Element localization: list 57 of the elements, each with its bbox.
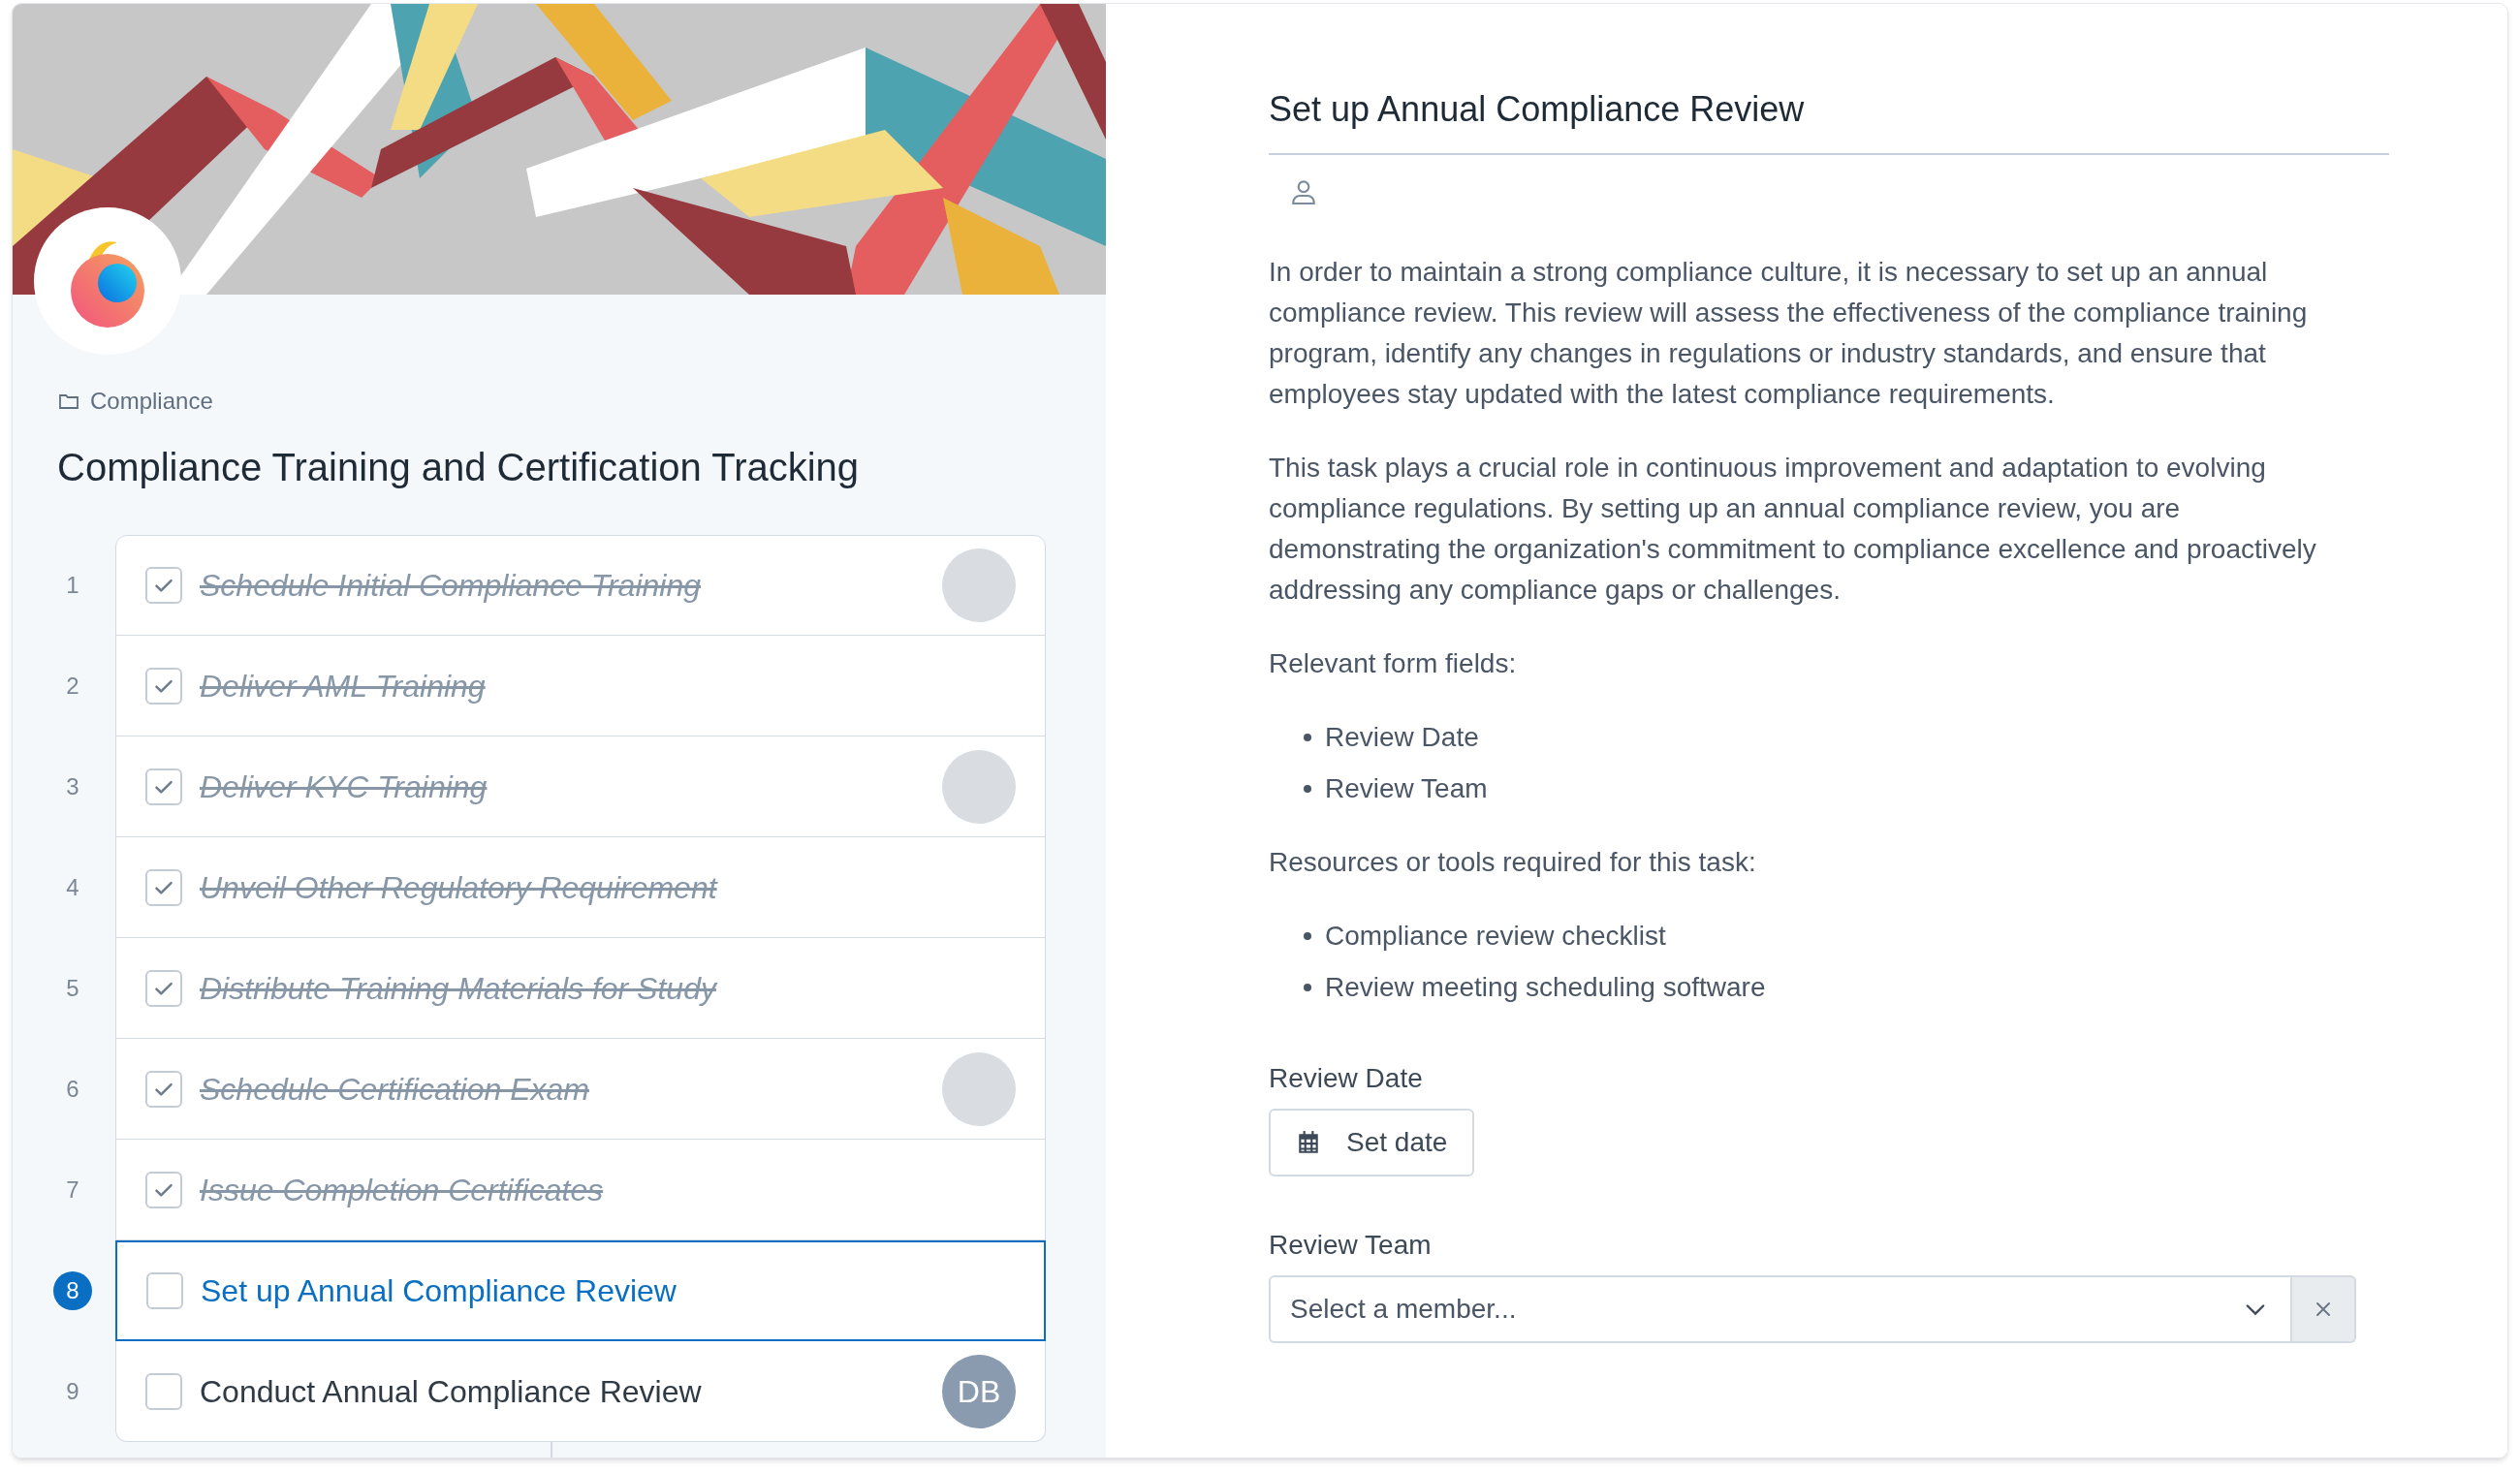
list-item: Review meeting scheduling software [1325,971,1766,1004]
description-paragraph: In order to maintain a strong compliance culture, it is necessary to set up an annual compliance review. This review will assess the effectiveness of the compliance training program, identify any changes in regulations or industry standards, and ensure that employees stay updated with the latest compliance requirements. [1269,256,2309,411]
task-title: Schedule Initial Compliance Training [200,567,702,605]
checklist-title: Compliance Training and Certification Tracking [57,445,861,490]
calendar-icon [1296,1130,1321,1155]
task-row[interactable]: Issue Completion Certificates [115,1140,1046,1240]
task-checkbox[interactable] [145,1171,182,1208]
task-title: Conduct Annual Compliance Review [200,1372,703,1411]
task-row[interactable]: Schedule Certification Exam [115,1039,1046,1140]
task-row[interactable]: Set up Annual Compliance Review [115,1240,1046,1341]
description-paragraph: Resources or tools required for this task: [1269,846,1757,879]
description-paragraph: Relevant form fields: [1269,647,1518,680]
task-detail-title: Set up Annual Compliance Review [1269,83,2389,155]
description-paragraph: This task plays a crucial role in continuous improvement and adaptation to evolving compliance regulations. By setting up an annual compliance review, you are demonstrating the organization's commitment to compliance excellence and proactively addressing any compliance gaps or challenges. [1269,452,2317,607]
bullet-icon [1304,734,1311,741]
task-row[interactable]: Unveil Other Regulatory Requirement [115,837,1046,938]
step-number: 9 [66,1377,79,1406]
field-label: Review Date [1269,1062,1424,1095]
task-checkbox[interactable] [146,1272,183,1309]
task-checkbox[interactable] [145,969,182,1007]
task-checkbox[interactable] [145,868,182,906]
step-number: 2 [66,672,79,701]
task-row[interactable]: Conduct Annual Compliance Review DB [115,1341,1046,1442]
task-title: Unveil Other Regulatory Requirement [200,868,719,907]
step-number: 4 [66,873,79,902]
step-number: 6 [66,1075,79,1104]
task-title: Set up Annual Compliance Review [201,1272,677,1310]
step-number: 8 [53,1271,92,1310]
task-title: Issue Completion Certificates [200,1171,605,1209]
task-title: Deliver KYC Training [200,768,488,806]
task-row[interactable]: Distribute Training Materials for Study [115,938,1046,1039]
task-checkbox[interactable] [145,1372,182,1410]
task-checkbox[interactable] [145,768,182,805]
task-row[interactable]: Deliver AML Training [115,636,1046,736]
list-item: Review Date [1325,721,1479,754]
task-row[interactable]: Deliver KYC Training [115,736,1046,837]
step-number: 1 [66,571,79,600]
list-item: Compliance review checklist [1325,920,1666,953]
bullet-icon [1304,984,1311,991]
avatar-initials: DB [942,1354,1016,1428]
list-item: Review Team [1325,772,1488,805]
set-date-button[interactable]: Set date [1269,1109,1475,1176]
task-checkbox[interactable] [145,1070,182,1108]
task-title: Deliver AML Training [200,667,487,705]
task-checkbox[interactable] [145,567,182,604]
step-number: 7 [66,1175,79,1205]
step-number: 5 [66,974,79,1003]
field-label: Review Team [1269,1229,1433,1262]
task-title: Distribute Training Materials for Study [200,969,719,1008]
task-row[interactable]: Schedule Initial Compliance Training [115,535,1046,636]
breadcrumb-link[interactable]: Compliance [90,384,213,419]
task-checkbox[interactable] [145,667,182,705]
step-number: 3 [66,772,79,801]
task-title: Schedule Certification Exam [200,1070,590,1109]
member-select[interactable]: Select a member... [1269,1275,2292,1343]
bullet-icon [1304,932,1311,940]
bullet-icon [1304,785,1311,793]
